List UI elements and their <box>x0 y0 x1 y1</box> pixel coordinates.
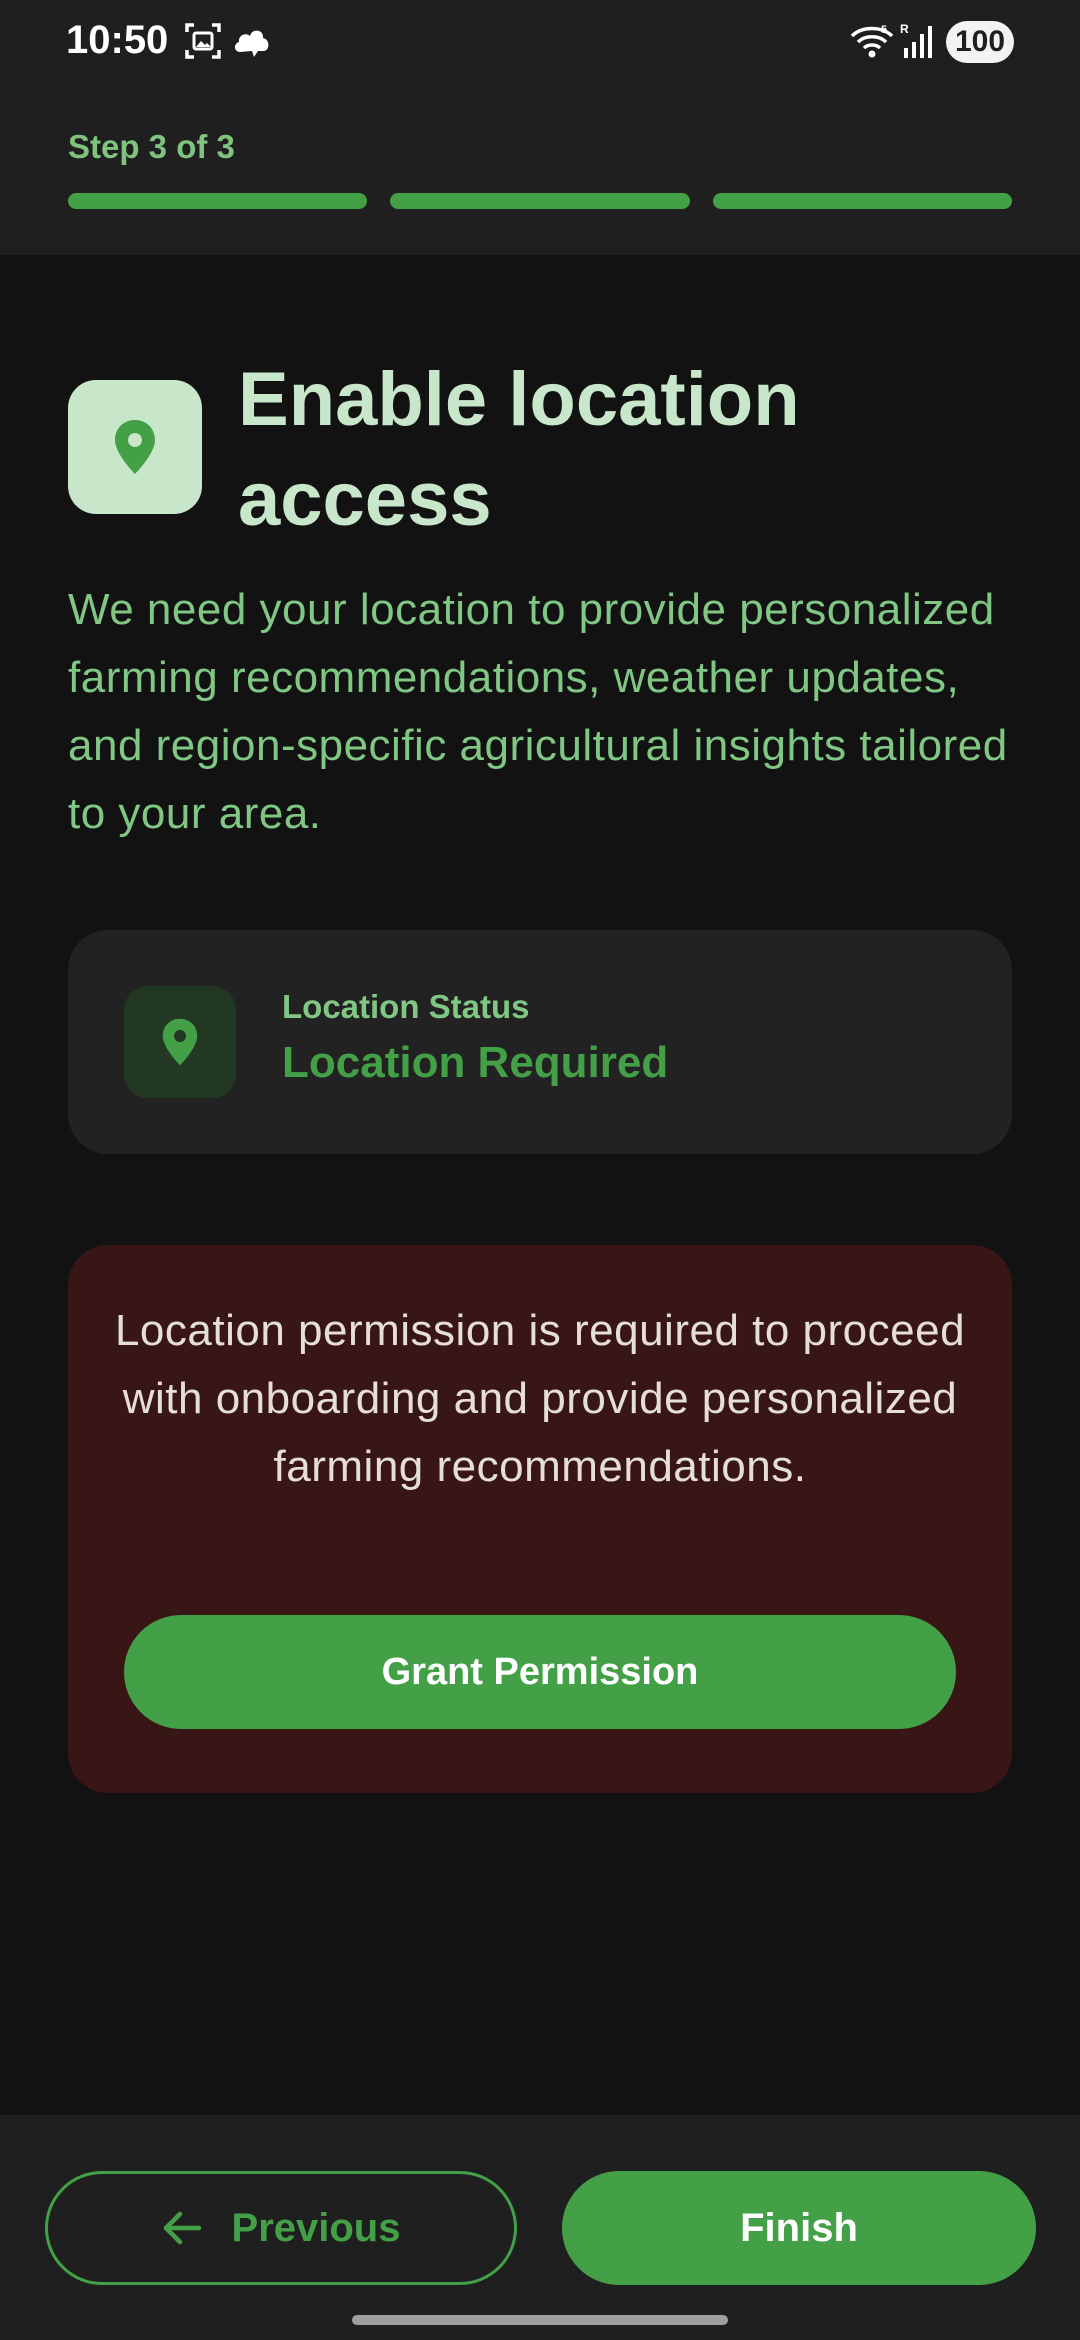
progress-segment <box>68 193 368 209</box>
battery-icon: 100 <box>946 21 1014 63</box>
previous-button[interactable]: Previous <box>45 2171 517 2285</box>
cloud-app-icon <box>234 30 269 57</box>
grant-permission-button[interactable]: Grant Permission <box>124 1615 956 1729</box>
svg-text:5: 5 <box>881 24 887 36</box>
location-pin-icon <box>115 420 155 474</box>
arrow-left-icon <box>163 2211 201 2245</box>
permission-warning-card: Location permission is required to proce… <box>68 1245 1012 1793</box>
step-indicator: Step 3 of 3 <box>68 128 235 165</box>
progress-bar <box>68 193 1012 209</box>
status-value: Location Required <box>282 1038 669 1087</box>
page-title: Enable location access <box>238 357 800 542</box>
previous-button-label: Previous <box>231 2205 401 2250</box>
status-label: Location Status <box>282 988 530 1025</box>
status-time: 10:50 <box>66 18 169 62</box>
finish-button[interactable]: Finish <box>562 2171 1036 2285</box>
status-icon-container <box>124 986 236 1098</box>
screenshot-icon <box>185 23 221 59</box>
status-bar: 10:50 5 R 100 <box>0 0 1080 90</box>
bottom-navigation: Previous Finish <box>0 2115 1080 2340</box>
progress-segment <box>712 193 1012 209</box>
onboarding-screen: 10:50 5 R 100 Step 3 of 3 Enable locatio… <box>0 0 1080 2340</box>
wifi-icon: 5 <box>850 24 894 58</box>
home-indicator[interactable] <box>352 2315 728 2325</box>
cell-signal-icon: R <box>900 22 932 58</box>
page-description: We need your location to provide persona… <box>68 585 1008 838</box>
location-status-card: Location Status Location Required <box>68 930 1012 1154</box>
title-icon-container <box>68 380 202 514</box>
warning-message: Location permission is required to proce… <box>114 1306 966 1491</box>
location-pin-icon <box>162 1018 198 1066</box>
progress-segment <box>390 193 690 209</box>
svg-text:R: R <box>900 22 909 36</box>
top-header-area: 10:50 5 R 100 Step 3 of 3 <box>0 0 1080 255</box>
